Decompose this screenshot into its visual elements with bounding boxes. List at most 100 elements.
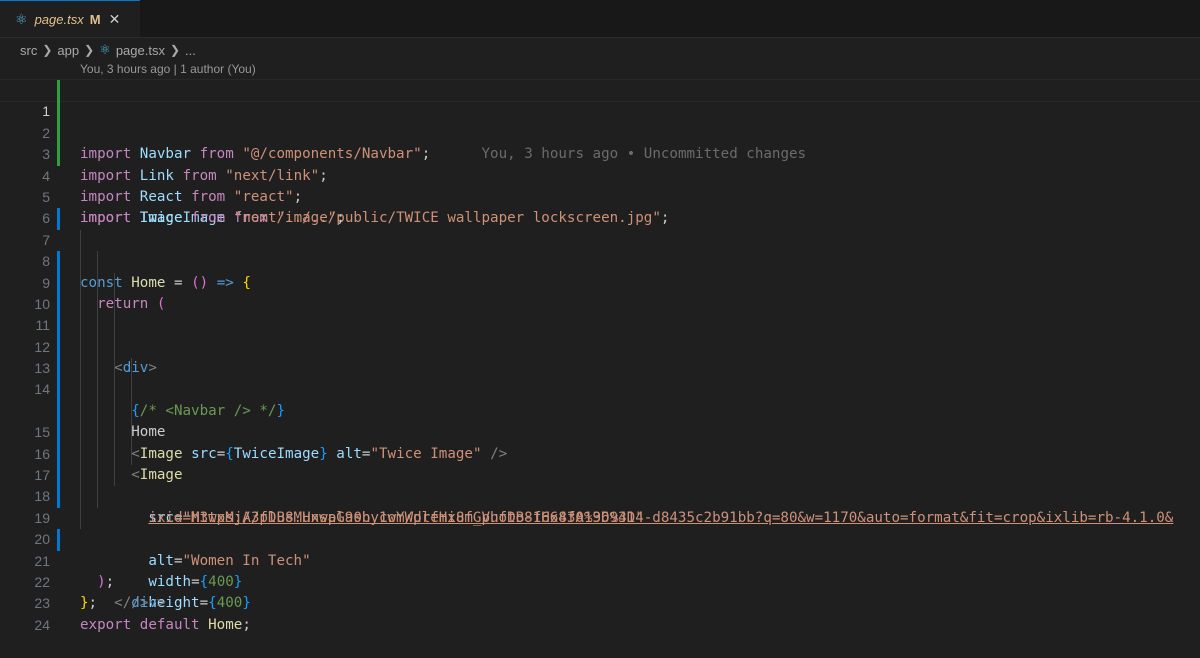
code-line: 15 alt="Women In Tech" bbox=[0, 400, 1200, 569]
indent-guide bbox=[80, 336, 81, 359]
git-modified-marker bbox=[57, 379, 60, 401]
git-added-marker bbox=[57, 80, 60, 102]
indent-guide bbox=[80, 486, 81, 508]
indent-guide bbox=[80, 293, 81, 316]
indent-guide bbox=[97, 315, 98, 337]
indent-guide bbox=[80, 422, 81, 444]
chevron-right-icon: ❯ bbox=[169, 43, 181, 57]
breadcrumb: src ❯ app ❯ ⚛ page.tsx ❯ ... bbox=[20, 38, 196, 62]
code-line: 4 import TwiceImage from "../../public/T… bbox=[0, 144, 1200, 226]
indent-guide bbox=[114, 379, 115, 401]
indent-guide bbox=[131, 422, 132, 444]
code-line: 20 ); bbox=[0, 507, 1200, 590]
code-line: 3 import React from "react"; bbox=[0, 122, 1200, 205]
git-modified-marker bbox=[57, 315, 60, 337]
git-added-marker bbox=[57, 101, 60, 123]
indent-guide bbox=[97, 443, 98, 466]
code-line: 16 width={400} bbox=[0, 422, 1200, 590]
indent-guide bbox=[80, 443, 81, 466]
git-modified-marker bbox=[57, 358, 60, 380]
indent-guide bbox=[114, 293, 115, 316]
indent-guide bbox=[114, 336, 115, 359]
code-line: 24 bbox=[0, 593, 1200, 633]
indent-guide bbox=[131, 358, 132, 380]
indent-guide bbox=[80, 507, 81, 530]
indent-guide bbox=[80, 379, 81, 401]
tab-bar: ⚛ page.tsx M ✕ bbox=[0, 0, 1200, 38]
code-line: 18 /> bbox=[0, 465, 1200, 611]
indent-guide bbox=[97, 465, 98, 487]
git-modified-marker bbox=[57, 336, 60, 359]
git-modified-marker bbox=[57, 400, 60, 423]
git-modified-marker bbox=[57, 272, 60, 294]
breadcrumb-more[interactable]: ... bbox=[185, 43, 196, 58]
code-line: 19 </div> bbox=[0, 486, 1200, 611]
code-line: 13 <Image bbox=[0, 336, 1200, 483]
indent-guide bbox=[97, 400, 98, 423]
tab-page-tsx[interactable]: ⚛ page.tsx M ✕ bbox=[0, 0, 140, 37]
indent-guide bbox=[80, 229, 81, 252]
codelens-author[interactable]: You, 3 hours ago | 1 author (You) bbox=[80, 62, 256, 76]
indent-guide bbox=[131, 379, 132, 401]
react-icon: ⚛ bbox=[15, 10, 28, 27]
breadcrumb-app[interactable]: app bbox=[57, 43, 79, 58]
chevron-right-icon: ❯ bbox=[84, 43, 95, 57]
breadcrumb-src[interactable]: src bbox=[20, 43, 37, 58]
tab-filename: page.tsx bbox=[34, 11, 84, 27]
chevron-right-icon: ❯ bbox=[42, 43, 53, 57]
indent-guide bbox=[80, 272, 81, 294]
code-line: 14 src="https://plus.unsplash.com/premiu… bbox=[0, 358, 1200, 526]
code-line: ixid=M3wxMjA3fDB8MHxwaG90by1wYWdlfHx8fGV… bbox=[0, 379, 1200, 526]
git-modified-marker bbox=[57, 529, 60, 551]
indent-guide bbox=[97, 336, 98, 359]
code-line: 2 import Link from "next/link"; bbox=[0, 101, 1200, 184]
code-line: 5 import Image from "next/image"; bbox=[0, 166, 1200, 226]
code-line: 7 const Home = () => { bbox=[0, 208, 1200, 291]
indent-guide bbox=[114, 400, 115, 423]
react-icon: ⚛ bbox=[99, 42, 111, 57]
code-line: 9 <div> bbox=[0, 251, 1200, 376]
git-modified-marker bbox=[57, 208, 60, 230]
indent-guide bbox=[114, 358, 115, 380]
indent-guide bbox=[114, 465, 115, 487]
indent-guide bbox=[97, 486, 98, 508]
git-added-marker bbox=[57, 144, 60, 166]
indent-guide bbox=[80, 400, 81, 423]
indent-guide bbox=[97, 358, 98, 380]
code-line: 21 }; bbox=[0, 529, 1200, 611]
indent-guide bbox=[114, 443, 115, 466]
code-line: 12 <Image src={TwiceImage} alt="Twice Im… bbox=[0, 315, 1200, 462]
code-line: 6 bbox=[0, 187, 1200, 226]
indent-guide bbox=[97, 272, 98, 294]
git-modified-marker bbox=[57, 443, 60, 466]
git-modified-marker bbox=[57, 293, 60, 316]
breadcrumb-file[interactable]: page.tsx bbox=[116, 43, 165, 58]
git-modified-marker bbox=[57, 486, 60, 508]
code-line: 22 bbox=[0, 551, 1200, 590]
indent-guide bbox=[80, 465, 81, 487]
indent-guide bbox=[80, 315, 81, 337]
indent-guide bbox=[80, 251, 81, 273]
indent-guide bbox=[97, 251, 98, 273]
git-modified-marker bbox=[57, 251, 60, 273]
indent-guide bbox=[114, 272, 115, 294]
indent-guide bbox=[97, 422, 98, 444]
modified-badge: M bbox=[89, 11, 101, 27]
indent-guide bbox=[114, 422, 115, 444]
line-number: 24 bbox=[34, 616, 50, 633]
indent-guide bbox=[97, 379, 98, 401]
code-line: 17 height={400} bbox=[0, 443, 1200, 611]
code-line: 1 import Navbar from "@/components/Navba… bbox=[0, 78, 1200, 162]
code-line: 11 Home bbox=[0, 293, 1200, 440]
code-line: 10 {/* <Navbar /> */} bbox=[0, 272, 1200, 419]
git-modified-marker bbox=[57, 465, 60, 487]
git-added-marker bbox=[57, 122, 60, 145]
close-icon[interactable]: ✕ bbox=[109, 11, 121, 28]
code-line: 8 return ( bbox=[0, 229, 1200, 312]
indent-guide bbox=[97, 293, 98, 316]
git-modified-marker bbox=[57, 422, 60, 444]
indent-guide bbox=[114, 315, 115, 337]
code-line: 23 export default Home; bbox=[0, 572, 1200, 632]
code-editor[interactable]: 1 import Navbar from "@/components/Navba… bbox=[0, 78, 1200, 633]
indent-guide bbox=[131, 443, 132, 466]
